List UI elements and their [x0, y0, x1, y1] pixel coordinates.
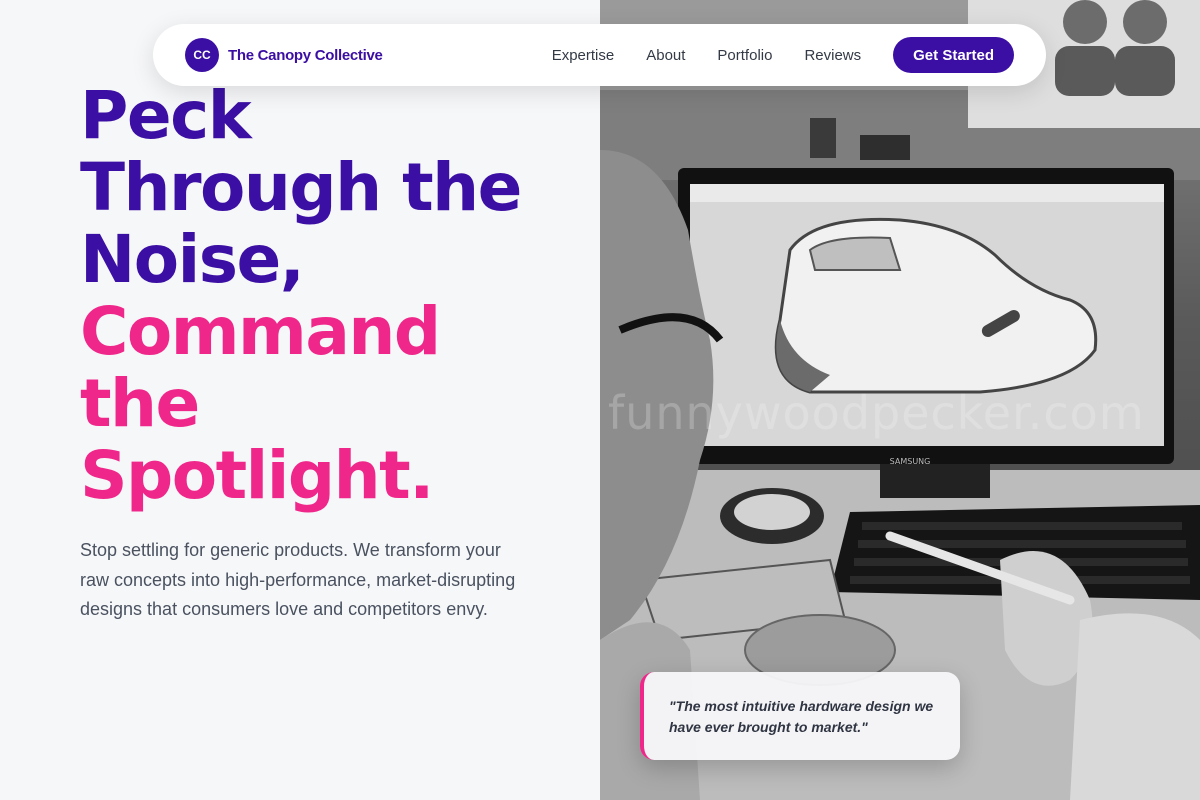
headline-line-1: Peck: [80, 77, 252, 154]
headline-line-4: Command: [80, 293, 441, 370]
hero-headline: Peck Through the Noise, Command the Spot…: [80, 80, 600, 512]
headline-line-5: the: [80, 365, 200, 442]
nav-links: Expertise About Portfolio Reviews Get St…: [552, 37, 1014, 73]
hero-description: Stop settling for generic products. We t…: [80, 540, 516, 619]
top-nav: CC The Canopy Collective Expertise About…: [153, 24, 1046, 86]
logo[interactable]: CC The Canopy Collective: [185, 38, 383, 72]
headline-line-2: Through the: [80, 149, 522, 226]
get-started-button[interactable]: Get Started: [893, 37, 1014, 73]
watermark: funnywoodpecker.com: [608, 386, 1145, 440]
logo-monogram-icon: CC: [185, 38, 219, 72]
monitor-brand: SAMSUNG: [890, 457, 931, 466]
nav-link-portfolio[interactable]: Portfolio: [717, 47, 772, 64]
nav-link-about[interactable]: About: [646, 47, 685, 64]
brand-name: The Canopy Collective: [228, 46, 383, 64]
nav-link-expertise[interactable]: Expertise: [552, 47, 615, 64]
nav-link-reviews[interactable]: Reviews: [804, 47, 861, 64]
headline-line-6: Spotlight.: [80, 437, 434, 514]
testimonial-quote: "The most intuitive hardware design we h…: [640, 672, 960, 760]
headline-line-3: Noise,: [80, 221, 305, 298]
